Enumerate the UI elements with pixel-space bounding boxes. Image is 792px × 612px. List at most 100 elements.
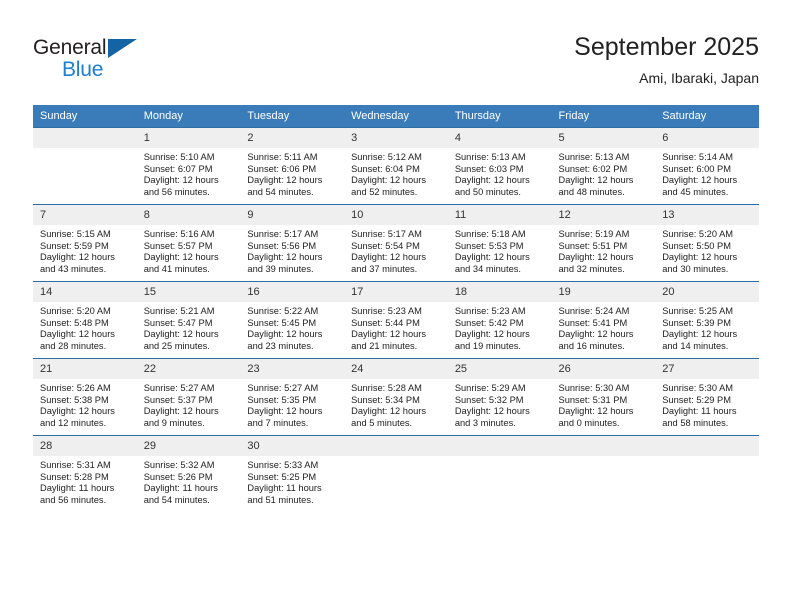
calendar-day-cell[interactable]: 27 Sunrise: 5:30 AM Sunset: 5:29 PM Dayligh… [655, 358, 759, 436]
calendar-week-row: 14 Sunrise: 5:20 AM Sunset: 5:48 PM Dayligh… [33, 281, 759, 359]
calendar-day-cell[interactable]: 25 Sunrise: 5:29 AM Sunset: 5:32 PM Dayligh… [447, 358, 552, 436]
sunrise-time: Sunrise: 5:28 AM [351, 383, 422, 393]
daylight-duration-line1: Daylight: 12 hours [662, 175, 738, 186]
sunset-time: Sunset: 5:56 PM [247, 240, 317, 251]
calendar-day-cell[interactable]: 3 Sunrise: 5:12 AM Sunset: 6:04 PM Daylight… [344, 127, 448, 205]
daylight-duration-line2: and 32 minutes. [558, 263, 625, 274]
sunset-time: Sunset: 5:38 PM [40, 394, 109, 405]
calendar-empty-cell [551, 435, 656, 512]
daylight-duration-line2: and 19 minutes. [454, 340, 521, 351]
daylight-duration-line1: Daylight: 11 hours [143, 483, 218, 494]
sunrise-time: Sunrise: 5:25 AM [662, 306, 734, 316]
sunset-time: Sunset: 5:25 PM [247, 471, 317, 482]
daylight-duration-line1: Daylight: 12 hours [558, 329, 634, 340]
day-details: Sunrise: 5:25 AM Sunset: 5:39 PM Daylight:… [655, 302, 759, 352]
calendar-day-cell[interactable]: 23 Sunrise: 5:27 AM Sunset: 5:35 PM Dayligh… [240, 358, 345, 436]
daylight-duration-line2: and 56 minutes. [143, 186, 210, 197]
sunrise-time: Sunrise: 5:14 AM [662, 152, 734, 162]
day-number: 15 [136, 282, 241, 302]
sunrise-time: Sunrise: 5:23 AM [351, 306, 422, 316]
calendar-day-cell[interactable]: 26 Sunrise: 5:30 AM Sunset: 5:31 PM Dayligh… [551, 358, 656, 436]
daylight-duration-line1: Daylight: 12 hours [247, 252, 323, 263]
sunset-time: Sunset: 5:41 PM [558, 317, 628, 328]
calendar-body: 1 Sunrise: 5:10 AM Sunset: 6:07 PM Daylight… [33, 127, 759, 512]
calendar-day-cell[interactable]: 19 Sunrise: 5:24 AM Sunset: 5:41 PM Dayligh… [551, 281, 656, 359]
sunset-time: Sunset: 5:54 PM [351, 240, 420, 251]
calendar-day-cell[interactable]: 30 Sunrise: 5:33 AM Sunset: 5:25 PM Dayligh… [240, 435, 345, 512]
day-number: 3 [344, 128, 448, 148]
sunset-time: Sunset: 6:03 PM [454, 163, 524, 174]
sunrise-time: Sunrise: 5:33 AM [247, 460, 319, 470]
calendar-day-cell[interactable]: 24 Sunrise: 5:28 AM Sunset: 5:34 PM Dayligh… [344, 358, 448, 436]
sunrise-time: Sunrise: 5:19 AM [558, 229, 630, 239]
sunrise-time: Sunrise: 5:23 AM [454, 306, 526, 316]
sunset-time: Sunset: 5:57 PM [143, 240, 213, 251]
daylight-duration-line2: and 43 minutes. [40, 263, 107, 274]
calendar-day-cell[interactable]: 21 Sunrise: 5:26 AM Sunset: 5:38 PM Dayligh… [33, 358, 137, 436]
sunset-time: Sunset: 6:00 PM [662, 163, 731, 174]
daylight-duration-line2: and 25 minutes. [143, 340, 210, 351]
calendar-day-cell[interactable]: 20 Sunrise: 5:25 AM Sunset: 5:39 PM Dayligh… [655, 281, 759, 359]
sunrise-time: Sunrise: 5:30 AM [558, 383, 630, 393]
day-details: Sunrise: 5:26 AM Sunset: 5:38 PM Daylight:… [33, 379, 137, 429]
day-number: 26 [551, 359, 656, 379]
calendar-day-cell[interactable]: 13 Sunrise: 5:20 AM Sunset: 5:50 PM Dayligh… [655, 204, 759, 282]
calendar-day-cell[interactable]: 2 Sunrise: 5:11 AM Sunset: 6:06 PM Daylight… [240, 127, 345, 205]
day-details: Sunrise: 5:27 AM Sunset: 5:35 PM Daylight:… [240, 379, 344, 429]
weekday-header-row: Sunday Monday Tuesday Wednesday Thursday… [33, 105, 759, 128]
calendar-day-cell[interactable]: 11 Sunrise: 5:18 AM Sunset: 5:53 PM Dayligh… [447, 204, 552, 282]
daylight-duration-line1: Daylight: 12 hours [662, 329, 738, 340]
calendar-day-cell[interactable]: 15 Sunrise: 5:21 AM Sunset: 5:47 PM Dayligh… [136, 281, 241, 359]
sunrise-time: Sunrise: 5:10 AM [143, 152, 215, 162]
day-number: 20 [655, 282, 759, 302]
calendar-day-cell[interactable]: 29 Sunrise: 5:32 AM Sunset: 5:26 PM Dayligh… [136, 435, 241, 512]
day-details: Sunrise: 5:28 AM Sunset: 5:34 PM Daylight:… [344, 379, 448, 429]
calendar-day-cell[interactable]: 6 Sunrise: 5:14 AM Sunset: 6:00 PM Daylight… [655, 127, 759, 205]
daylight-duration-line2: and 12 minutes. [40, 417, 107, 428]
calendar-day-cell[interactable]: 8 Sunrise: 5:16 AM Sunset: 5:57 PM Daylight… [136, 204, 241, 282]
daylight-duration-line1: Daylight: 12 hours [454, 175, 530, 186]
day-number: 11 [447, 205, 552, 225]
day-number [33, 128, 137, 148]
calendar-day-cell[interactable]: 4 Sunrise: 5:13 AM Sunset: 6:03 PM Daylight… [447, 127, 552, 205]
calendar-day-cell[interactable]: 5 Sunrise: 5:13 AM Sunset: 6:02 PM Daylight… [551, 127, 656, 205]
calendar-empty-cell [344, 435, 448, 512]
daylight-duration-line1: Daylight: 12 hours [143, 329, 219, 340]
sunrise-time: Sunrise: 5:20 AM [40, 306, 111, 316]
daylight-duration-line2: and 30 minutes. [662, 263, 729, 274]
daylight-duration-line1: Daylight: 12 hours [143, 175, 219, 186]
calendar-day-cell[interactable]: 18 Sunrise: 5:23 AM Sunset: 5:42 PM Dayligh… [447, 281, 552, 359]
daylight-duration-line2: and 16 minutes. [558, 340, 625, 351]
weekday-header-thursday: Thursday [447, 105, 552, 128]
title-block: September 2025 Ami, Ibaraki, Japan [574, 32, 759, 88]
day-details: Sunrise: 5:30 AM Sunset: 5:31 PM Daylight:… [552, 379, 656, 429]
sunset-time: Sunset: 5:37 PM [143, 394, 213, 405]
calendar-day-cell[interactable]: 12 Sunrise: 5:19 AM Sunset: 5:51 PM Dayligh… [551, 204, 656, 282]
daylight-duration-line2: and 37 minutes. [351, 263, 418, 274]
day-number: 14 [33, 282, 137, 302]
calendar-day-cell[interactable]: 16 Sunrise: 5:22 AM Sunset: 5:45 PM Dayligh… [240, 281, 345, 359]
daylight-duration-line1: Daylight: 12 hours [662, 252, 738, 263]
sunset-time: Sunset: 5:26 PM [143, 471, 213, 482]
calendar-day-cell[interactable]: 1 Sunrise: 5:10 AM Sunset: 6:07 PM Daylight… [136, 127, 241, 205]
sunrise-time: Sunrise: 5:27 AM [143, 383, 215, 393]
day-number: 19 [551, 282, 656, 302]
sunset-time: Sunset: 5:59 PM [40, 240, 109, 251]
daylight-duration-line1: Daylight: 12 hours [558, 252, 634, 263]
day-number: 21 [33, 359, 137, 379]
calendar-day-cell[interactable]: 14 Sunrise: 5:20 AM Sunset: 5:48 PM Dayligh… [33, 281, 137, 359]
calendar-day-cell[interactable]: 10 Sunrise: 5:17 AM Sunset: 5:54 PM Dayligh… [344, 204, 448, 282]
day-number: 18 [447, 282, 552, 302]
calendar-day-cell[interactable]: 17 Sunrise: 5:23 AM Sunset: 5:44 PM Dayligh… [344, 281, 448, 359]
page-subtitle-location: Ami, Ibaraki, Japan [639, 70, 759, 86]
day-details: Sunrise: 5:16 AM Sunset: 5:57 PM Daylight:… [137, 225, 241, 275]
sunset-time: Sunset: 5:44 PM [351, 317, 420, 328]
calendar-day-cell[interactable]: 7 Sunrise: 5:15 AM Sunset: 5:59 PM Daylight… [33, 204, 137, 282]
day-number: 24 [344, 359, 448, 379]
calendar-day-cell[interactable]: 9 Sunrise: 5:17 AM Sunset: 5:56 PM Daylight… [240, 204, 345, 282]
day-number: 22 [136, 359, 241, 379]
calendar-day-cell[interactable]: 22 Sunrise: 5:27 AM Sunset: 5:37 PM Dayligh… [136, 358, 241, 436]
sunrise-time: Sunrise: 5:15 AM [40, 229, 111, 239]
sunrise-time: Sunrise: 5:22 AM [247, 306, 319, 316]
calendar-day-cell[interactable]: 28 Sunrise: 5:31 AM Sunset: 5:28 PM Dayligh… [33, 435, 137, 512]
